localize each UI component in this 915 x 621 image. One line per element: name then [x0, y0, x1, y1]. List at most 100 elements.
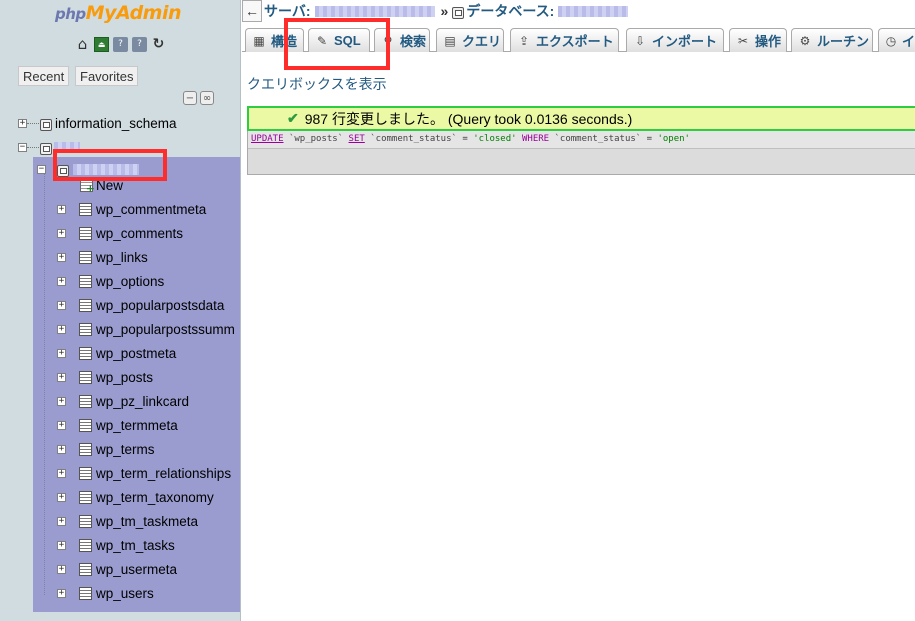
breadcrumb-server[interactable]: サーバ: — [264, 1, 311, 21]
search-icon: ⚲ — [383, 33, 393, 48]
tab-export[interactable]: ⇪ エクスポート — [510, 28, 619, 52]
tree-item-label[interactable]: wp_usermeta — [96, 562, 177, 577]
sql-operator: = — [462, 134, 468, 144]
sql-keyword-update[interactable]: UPDATE — [251, 134, 284, 144]
expand-icon[interactable]: + — [57, 468, 66, 478]
tree-item-table[interactable]: + wp_users — [57, 582, 154, 604]
tree-item-label[interactable]: information_schema — [55, 116, 177, 131]
expand-icon[interactable]: + — [57, 564, 66, 574]
breadcrumb-database[interactable]: データベース: — [466, 1, 554, 21]
recent-tab[interactable]: Recent — [18, 66, 70, 86]
expand-icon[interactable]: + — [57, 444, 66, 454]
tree-item-new[interactable]: New — [79, 174, 123, 196]
tree-item-label[interactable]: wp_popularpostssumm — [96, 322, 235, 337]
expand-icon[interactable]: + — [57, 516, 66, 526]
tree-item-table[interactable]: + wp_pz_linkcard — [57, 390, 189, 412]
tab-events[interactable]: ◷ イ — [878, 28, 915, 52]
tree-item-label[interactable]: wp_term_relationships — [96, 466, 231, 481]
expand-icon[interactable]: + — [57, 588, 66, 598]
documentation-icon[interactable]: ? — [113, 37, 128, 52]
collapse-icon[interactable]: − — [18, 142, 27, 152]
tree-item-label[interactable]: wp_options — [96, 274, 164, 289]
home-icon[interactable]: ⌂ — [75, 37, 90, 52]
tab-sql[interactable]: ✎ SQL — [308, 28, 370, 52]
tab-import[interactable]: ⇩ インポート — [626, 28, 724, 52]
back-arrow-icon[interactable]: ← — [242, 0, 262, 22]
sql-column: `comment_status` — [370, 134, 457, 144]
expand-icon[interactable]: + — [57, 204, 66, 214]
tree-item-label[interactable]: wp_popularpostsdata — [96, 298, 224, 313]
redacted-name — [54, 141, 80, 153]
database-icon — [56, 163, 69, 177]
tree-item-table[interactable]: + wp_options — [57, 270, 164, 292]
navigation-panel: phpMyAdmin ⌂ ⏏ ? ? ↻ Recent Favorites − … — [0, 0, 241, 621]
collapse-all-icon[interactable]: − — [183, 91, 197, 105]
expand-icon[interactable]: + — [57, 372, 66, 382]
tree-item-label[interactable]: New — [96, 178, 123, 193]
logout-icon[interactable]: ⏏ — [94, 37, 109, 52]
tree-item-table[interactable]: + wp_term_taxonomy — [57, 486, 214, 508]
tree-item-table[interactable]: + wp_popularpostssumm — [57, 318, 235, 340]
tree-item-table[interactable]: + wp_tm_tasks — [57, 534, 175, 556]
collapse-icon[interactable]: − — [37, 164, 46, 174]
tree-item-table[interactable]: + wp_popularpostsdata — [57, 294, 224, 316]
tree-item-label[interactable]: wp_term_taxonomy — [96, 490, 214, 505]
tree-item-table[interactable]: + wp_posts — [57, 366, 153, 388]
expand-icon[interactable]: + — [57, 228, 66, 238]
favorites-tab[interactable]: Favorites — [75, 66, 139, 86]
expand-icon[interactable]: + — [57, 396, 66, 406]
tab-search[interactable]: ⚲ 検索 — [374, 28, 430, 52]
tree-item-table[interactable]: + wp_comments — [57, 222, 183, 244]
tree-item-label[interactable]: wp_terms — [96, 442, 155, 457]
tree-item-table[interactable]: + wp_postmeta — [57, 342, 176, 364]
tree-item-label[interactable]: wp_termmeta — [96, 418, 178, 433]
table-icon — [78, 274, 92, 288]
tree-item-label[interactable]: wp_pz_linkcard — [96, 394, 189, 409]
tab-operations[interactable]: ✂ 操作 — [729, 28, 787, 52]
table-icon — [78, 538, 92, 552]
table-icon — [78, 346, 92, 360]
tree-item-label[interactable]: wp_links — [96, 250, 148, 265]
tab-query[interactable]: ▤ クエリ — [436, 28, 504, 52]
tree-item-redacted-database[interactable]: − — [18, 136, 80, 158]
phpmyadmin-logo[interactable]: phpMyAdmin — [55, 2, 182, 24]
expand-icon[interactable]: + — [57, 420, 66, 430]
table-icon — [78, 586, 92, 600]
tree-item-label[interactable]: wp_posts — [96, 370, 153, 385]
expand-icon[interactable]: + — [18, 118, 27, 128]
sql-keyword-set[interactable]: SET — [349, 134, 365, 144]
docs-icon[interactable]: ? — [132, 37, 147, 52]
tree-item-label[interactable]: wp_tm_tasks — [96, 538, 175, 553]
tree-item-table[interactable]: + wp_usermeta — [57, 558, 177, 580]
table-icon — [78, 298, 92, 312]
tree-item-table[interactable]: + wp_termmeta — [57, 414, 178, 436]
tree-item-table[interactable]: + wp_commentmeta — [57, 198, 206, 220]
table-icon — [78, 418, 92, 432]
expand-icon[interactable]: + — [57, 492, 66, 502]
tree-item-information-schema[interactable]: + information_schema — [18, 112, 177, 134]
expand-icon[interactable]: + — [57, 252, 66, 262]
new-table-icon — [79, 178, 95, 195]
redacted-name — [73, 163, 139, 175]
reload-icon[interactable]: ↻ — [151, 37, 166, 52]
tree-item-label[interactable]: wp_postmeta — [96, 346, 176, 361]
tree-item-table[interactable]: + wp_links — [57, 246, 148, 268]
expand-icon[interactable]: + — [57, 324, 66, 334]
tree-item-label[interactable]: wp_comments — [96, 226, 183, 241]
tree-item-table[interactable]: + wp_tm_taskmeta — [57, 510, 198, 532]
tab-routines[interactable]: ⚙ ルーチン — [791, 28, 873, 52]
tree-item-label[interactable]: wp_tm_taskmeta — [96, 514, 198, 529]
expand-icon[interactable]: + — [57, 300, 66, 310]
expand-icon[interactable]: + — [57, 540, 66, 550]
tree-item-label[interactable]: wp_users — [96, 586, 154, 601]
tab-structure[interactable]: ▦ 構造 — [245, 28, 304, 52]
tree-item-label[interactable]: wp_commentmeta — [96, 202, 206, 217]
expand-icon[interactable]: + — [57, 276, 66, 286]
table-icon — [78, 514, 92, 528]
tree-item-table[interactable]: + wp_term_relationships — [57, 462, 231, 484]
link-with-main-icon[interactable]: ∞ — [200, 91, 214, 105]
tree-item-table[interactable]: + wp_terms — [57, 438, 155, 460]
expand-icon[interactable]: + — [57, 348, 66, 358]
table-icon — [78, 322, 92, 336]
show-query-box-link[interactable]: クエリボックスを表示 — [247, 74, 387, 94]
